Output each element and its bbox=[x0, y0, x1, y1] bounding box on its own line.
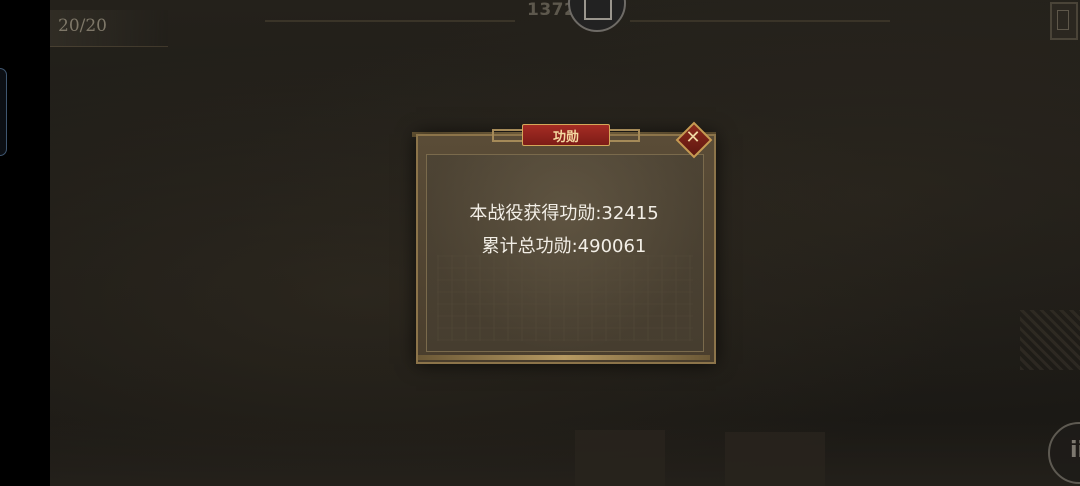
background-building bbox=[725, 432, 825, 486]
side-pull-tab[interactable] bbox=[0, 68, 7, 156]
counter-text: 20/20 bbox=[58, 16, 107, 36]
background-ornament bbox=[1020, 310, 1080, 370]
scroll-menu-icon[interactable] bbox=[1050, 2, 1078, 40]
background-tree bbox=[940, 40, 1050, 100]
total-merit-text: 累计总功勋:490061 bbox=[481, 236, 647, 257]
screen-bezel bbox=[0, 0, 50, 486]
dialog-background-pattern bbox=[437, 255, 693, 341]
scroll-icon bbox=[1057, 10, 1069, 30]
emblem-icon bbox=[584, 0, 612, 20]
close-button[interactable]: ✕ bbox=[675, 121, 713, 159]
top-frame-left bbox=[265, 0, 515, 22]
title-ornament-right bbox=[608, 129, 640, 142]
close-icon: ✕ bbox=[685, 127, 701, 148]
background-ground bbox=[50, 420, 1080, 486]
battle-merit-text: 本战役获得功勋:32415 bbox=[469, 203, 659, 224]
game-screen: 20/20 1372 ii 功勋 ✕ 本战役获得功勋:32415 累计总功勋:4… bbox=[0, 0, 1080, 486]
background-building bbox=[575, 430, 665, 486]
dialog-frame-bottom bbox=[418, 355, 710, 360]
dialog-title: 功勋 bbox=[552, 130, 579, 145]
title-ornament-left bbox=[492, 129, 524, 142]
round-button-icon: ii bbox=[1070, 438, 1080, 463]
top-frame-right bbox=[630, 0, 890, 22]
dialog-title-plaque: 功勋 bbox=[522, 124, 610, 146]
